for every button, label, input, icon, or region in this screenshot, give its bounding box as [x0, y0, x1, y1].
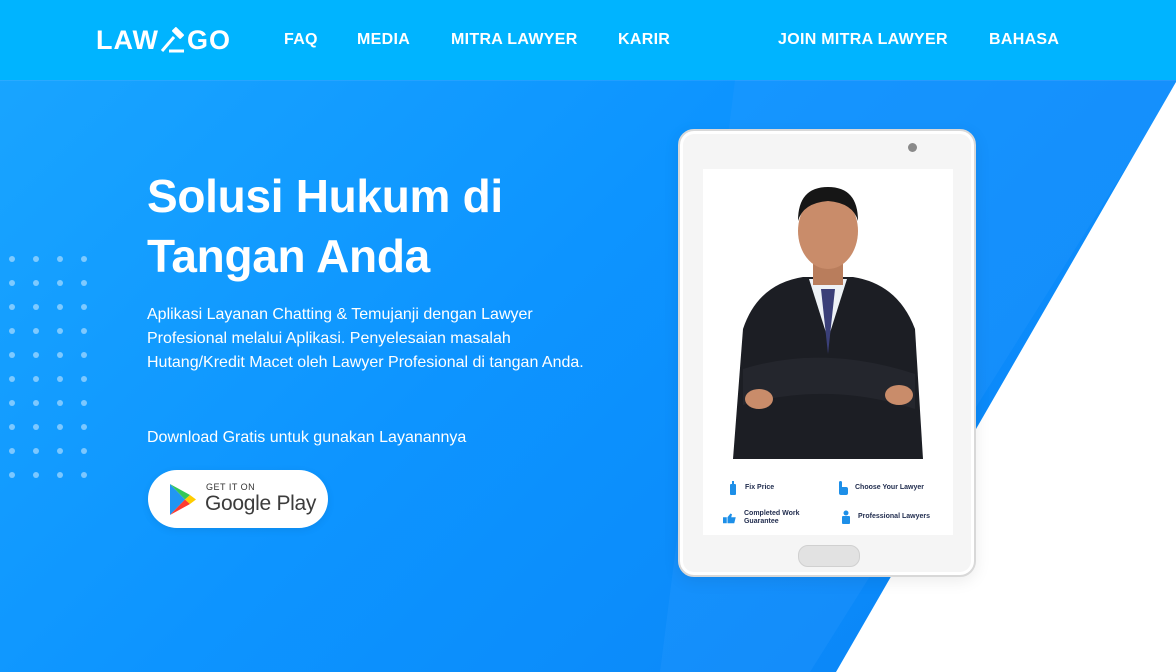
nav-media[interactable]: MEDIA — [357, 31, 410, 49]
download-cta-text: Download Gratis untuk gunakan Layanannya — [147, 429, 467, 446]
decorative-dot — [33, 256, 39, 262]
decorative-dot — [81, 256, 87, 262]
thumbs-up-icon — [723, 513, 736, 524]
tablet-camera — [908, 143, 917, 152]
decorative-dot — [57, 424, 63, 430]
feature-choose-lawyer-label: Choose Your Lawyer — [855, 484, 924, 491]
decorative-dot — [57, 472, 63, 478]
hero-title: Solusi Hukum di Tangan Anda — [147, 166, 567, 286]
dot-pattern-decoration — [4, 252, 100, 480]
nav-mitra-lawyer[interactable]: MITRA LAWYER — [451, 31, 578, 49]
feature-fix-price-label: Fix Price — [745, 484, 775, 491]
top-navbar: LAW GO FAQ MEDIA MITRA LAWYER KARIR JOIN… — [0, 0, 1176, 80]
decorative-dot — [57, 400, 63, 406]
google-play-small-text: GET IT ON — [206, 482, 256, 492]
decorative-dot — [33, 376, 39, 382]
decorative-dot — [57, 256, 63, 262]
decorative-dot — [81, 424, 87, 430]
feature-fix-price: Fix Price — [727, 481, 774, 495]
price-tag-icon — [730, 481, 736, 495]
decorative-dot — [33, 280, 39, 286]
decorative-dot — [57, 328, 63, 334]
feature-choose-lawyer: Choose Your Lawyer — [837, 481, 924, 495]
decorative-dot — [9, 424, 15, 430]
nav-karir[interactable]: KARIR — [618, 31, 670, 49]
google-play-big-text: Google Play — [205, 492, 317, 515]
decorative-dot — [9, 328, 15, 334]
decorative-dot — [9, 352, 15, 358]
decorative-dot — [33, 304, 39, 310]
google-play-icon — [170, 484, 196, 515]
nav-join-mitra-lawyer[interactable]: JOIN MITRA LAWYER — [778, 31, 948, 49]
decorative-dot — [81, 352, 87, 358]
feature-professional: Professional Lawyers — [840, 510, 930, 524]
decorative-dot — [81, 448, 87, 454]
hero-title-line2: Tangan Anda — [147, 230, 430, 282]
decorative-dot — [81, 400, 87, 406]
decorative-dot — [9, 280, 15, 286]
decorative-dot — [57, 448, 63, 454]
decorative-dot — [57, 280, 63, 286]
decorative-dot — [33, 448, 39, 454]
decorative-dot — [9, 256, 15, 262]
gavel-icon — [160, 27, 184, 53]
decorative-dot — [81, 376, 87, 382]
lawyer-person-icon — [842, 510, 850, 524]
decorative-dot — [33, 328, 39, 334]
decorative-dot — [9, 304, 15, 310]
decorative-dot — [81, 304, 87, 310]
feature-guarantee: Completed Work Guarantee — [723, 510, 813, 526]
decorative-dot — [9, 400, 15, 406]
feature-guarantee-label: Completed Work Guarantee — [743, 510, 800, 525]
decorative-dot — [9, 376, 15, 382]
decorative-dot — [57, 304, 63, 310]
decorative-dot — [57, 352, 63, 358]
decorative-dot — [33, 400, 39, 406]
decorative-dot — [57, 376, 63, 382]
logo-text-right: GO — [187, 24, 232, 55]
tablet-mockup: Fix Price Choose Your Lawyer Completed W… — [678, 129, 976, 577]
finger-pointer-icon — [839, 481, 848, 495]
decorative-dot — [81, 472, 87, 478]
hero-description: Aplikasi Layanan Chatting & Temujanji de… — [147, 306, 584, 371]
nav-bahasa[interactable]: BAHASA — [989, 31, 1059, 49]
lawyer-photo — [733, 187, 923, 459]
logo[interactable]: LAW GO — [96, 24, 231, 56]
tablet-home-button[interactable] — [798, 545, 860, 567]
logo-text-left: LAW — [96, 24, 159, 55]
decorative-dot — [33, 424, 39, 430]
feature-professional-label: Professional Lawyers — [858, 513, 930, 520]
hero-title-line1: Solusi Hukum di — [147, 170, 503, 222]
google-play-button[interactable]: GET IT ON Google Play — [148, 470, 328, 528]
decorative-dot — [81, 280, 87, 286]
decorative-dot — [9, 472, 15, 478]
nav-faq[interactable]: FAQ — [284, 31, 318, 49]
decorative-dot — [33, 352, 39, 358]
decorative-dot — [9, 448, 15, 454]
decorative-dot — [33, 472, 39, 478]
tablet-screen: Fix Price Choose Your Lawyer Completed W… — [703, 169, 953, 535]
decorative-dot — [81, 328, 87, 334]
